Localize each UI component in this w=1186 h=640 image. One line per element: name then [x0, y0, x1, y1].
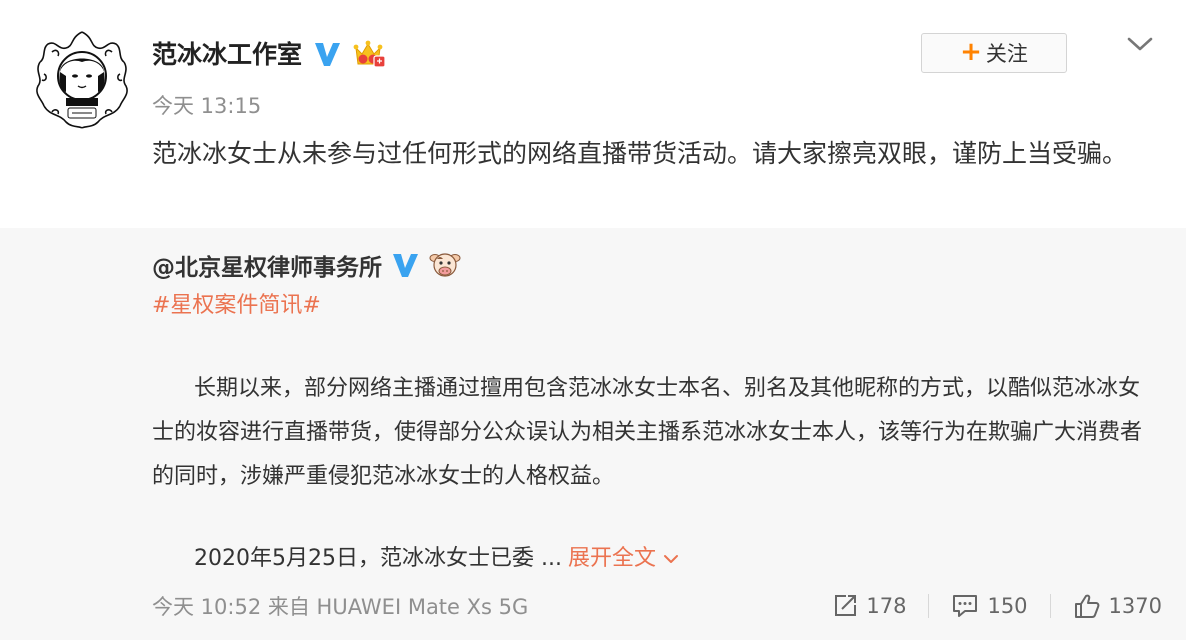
thumbs-up-icon [1074, 594, 1099, 618]
divider [928, 594, 930, 618]
repost-button[interactable]: 178 [832, 593, 906, 619]
post-timestamp[interactable]: 今天 13:15 [152, 92, 261, 120]
repost-author-row: @北京星权律师事务所 [152, 248, 462, 282]
chevron-down-icon[interactable] [1124, 32, 1156, 56]
repost-truncated-text: 2020年5月25日，范冰冰女士已委 ... [194, 546, 562, 571]
chevron-down-icon [663, 555, 678, 563]
comment-count: 150 [987, 594, 1028, 618]
comment-button[interactable]: 150 [951, 593, 1028, 619]
vip-crown-icon[interactable] [352, 38, 388, 70]
repost-truncated-line: 2020年5月25日，范冰冰女士已委 ... 展开全文 [194, 541, 680, 577]
comment-icon [953, 595, 978, 617]
like-button[interactable]: 1370 [1073, 593, 1162, 619]
follow-button[interactable]: + 关注 [921, 33, 1067, 73]
verified-v-icon[interactable] [390, 250, 420, 280]
action-bar: 178 150 1370 [832, 593, 1162, 619]
divider [1049, 594, 1051, 618]
repost-icon [835, 595, 857, 616]
weibo-post: 范冰冰工作室 今天 13:15 范冰冰女士从未参与过任何形式的网络直播带货活动。… [0, 0, 1186, 228]
repost-paragraph: 长期以来，部分网络主播通过擅用包含范冰冰女士本名、别名及其他昵称的方式，以酷似范… [152, 376, 1143, 489]
plus-icon: + [960, 37, 982, 67]
post-author-row: 范冰冰工作室 [152, 38, 388, 70]
topic-hashtag-link[interactable]: #星权案件简讯# [152, 290, 321, 322]
post-content: 范冰冰女士从未参与过任何形式的网络直播带货活动。请大家擦亮双眼，谨防上当受骗。 [152, 139, 1128, 168]
repost-footer: 今天 10:52 来自 HUAWEI Mate Xs 5G 178 150 13… [152, 588, 1162, 624]
cow-badge-icon[interactable] [428, 250, 462, 280]
repost-meta[interactable]: 今天 10:52 来自 HUAWEI Mate Xs 5G [152, 591, 528, 621]
follow-button-label: 关注 [985, 42, 1028, 66]
repost-username[interactable]: @北京星权律师事务所 [152, 248, 382, 282]
post-username[interactable]: 范冰冰工作室 [152, 42, 302, 67]
verified-v-icon[interactable] [312, 39, 342, 69]
expand-label: 展开全文 [567, 546, 656, 571]
reposted-card[interactable]: @北京星权律师事务所 #星权案件简讯# 长期以来，部分网络主播通过擅用包含范冰冰… [0, 228, 1186, 640]
repost-count: 178 [866, 594, 907, 618]
avatar-image [32, 30, 132, 130]
expand-full-text-link[interactable]: 展开全文 [568, 541, 680, 577]
like-count: 1370 [1108, 594, 1162, 618]
avatar[interactable] [30, 28, 134, 132]
